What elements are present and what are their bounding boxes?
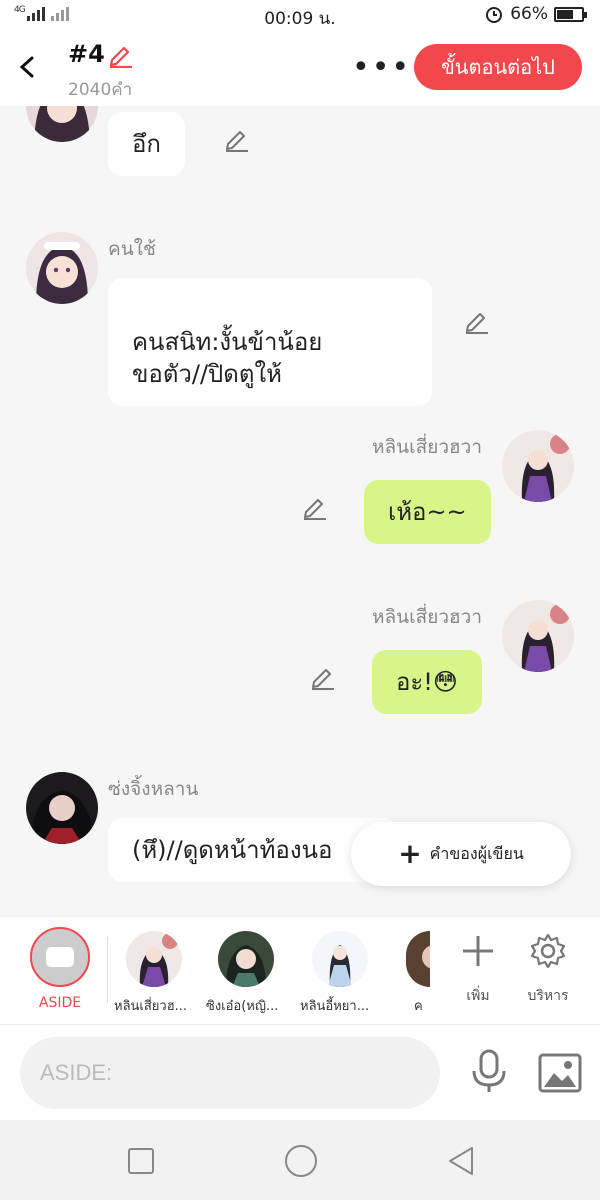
aside-icon [46,947,74,967]
recents-icon[interactable] [128,1148,154,1174]
battery-fill [557,9,573,19]
message-bubble[interactable]: อึก [108,112,185,176]
chapter-title: #4 [68,40,105,68]
aside-chip[interactable] [30,927,90,987]
avatar-lin-xiaohua[interactable] [502,430,574,502]
home-icon[interactable] [285,1145,317,1177]
input-bar [0,1024,600,1120]
author-note-button[interactable]: + คำของผู้เขียน [351,822,571,886]
character-avatar[interactable] [218,931,274,987]
avatar-song-jinglan[interactable] [26,772,98,844]
message-input[interactable] [20,1037,440,1109]
avatar-maid[interactable] [26,106,98,142]
back-icon[interactable] [14,50,44,84]
plus-icon: + [398,837,422,870]
character-label: ซิงเอ๋อ(หญิ... [206,999,279,1014]
message-text: (หึ)//ดูดหน้าท้องนอ [132,836,333,864]
battery-percent: 66% [510,4,548,24]
character-avatar[interactable] [406,931,430,987]
message-bubble[interactable]: อะ!😳 [372,650,482,714]
aside-label: ASIDE [38,995,82,1011]
battery-icon [554,6,587,22]
image-icon[interactable] [538,1053,582,1093]
status-bar: 4G 00:09 น. 66% [0,0,600,30]
pencil-icon[interactable] [462,306,490,334]
speaker-name: ซ่งจิ้งหลาน [108,778,199,800]
more-icon[interactable]: ••• [352,50,411,85]
status-right: 66% [484,4,587,24]
author-note-label: คำของผู้เขียน [429,843,524,863]
system-nav-bar [0,1120,600,1200]
pencil-icon[interactable] [308,662,336,690]
chat-area: อึก คนใช้ คนสนิท:งั้นข้าน้อย ขอตัว//ปิดต… [0,106,600,916]
character-label: หลินเสี่ยวฮ... [114,999,188,1014]
add-character-icon[interactable] [458,931,498,971]
next-step-button[interactable]: ขั้นตอนต่อไป [414,44,582,90]
pencil-icon[interactable] [222,124,250,152]
speaker-name: คนใช้ [108,238,156,260]
speaker-name: หลินเสี่ยวฮวา [372,436,482,458]
divider [107,937,108,1003]
message-text: เห้อ~~ [388,498,467,526]
message-text: อึก [132,130,161,158]
character-label: หลินอี้หยา... [300,999,370,1014]
header: #4 2040คำ ••• ขั้นตอนต่อไป [0,30,600,106]
avatar-lin-xiaohua[interactable] [502,600,574,672]
pencil-icon[interactable] [300,492,328,520]
gear-icon[interactable] [528,931,568,971]
message-bubble[interactable]: คนสนิท:งั้นข้าน้อย ขอตัว//ปิดตูให้ [108,278,432,406]
character-avatar[interactable] [126,931,182,987]
mic-icon[interactable] [470,1049,508,1095]
avatar-maid[interactable] [26,232,98,304]
nav-back-icon[interactable] [446,1144,476,1178]
character-avatar[interactable] [312,931,368,987]
message-text: คนสนิท:งั้นข้าน้อย ขอตัว//ปิดตูให้ [132,328,323,388]
character-label: ค [414,999,423,1014]
word-count: 2040คำ [68,80,133,100]
edit-title-icon[interactable] [106,40,134,69]
alarm-icon [486,7,503,23]
message-text: อะ!😳 [396,668,458,696]
character-bar: ASIDE หลินเสี่ยวฮ... ซิงเอ๋อ(หญิ... หลิน… [0,916,600,1024]
add-label: เพิ่ม [466,988,490,1004]
manage-label: บริหาร [527,988,569,1004]
speaker-name: หลินเสี่ยวฮวา [372,606,482,628]
message-bubble[interactable]: เห้อ~~ [364,480,491,544]
